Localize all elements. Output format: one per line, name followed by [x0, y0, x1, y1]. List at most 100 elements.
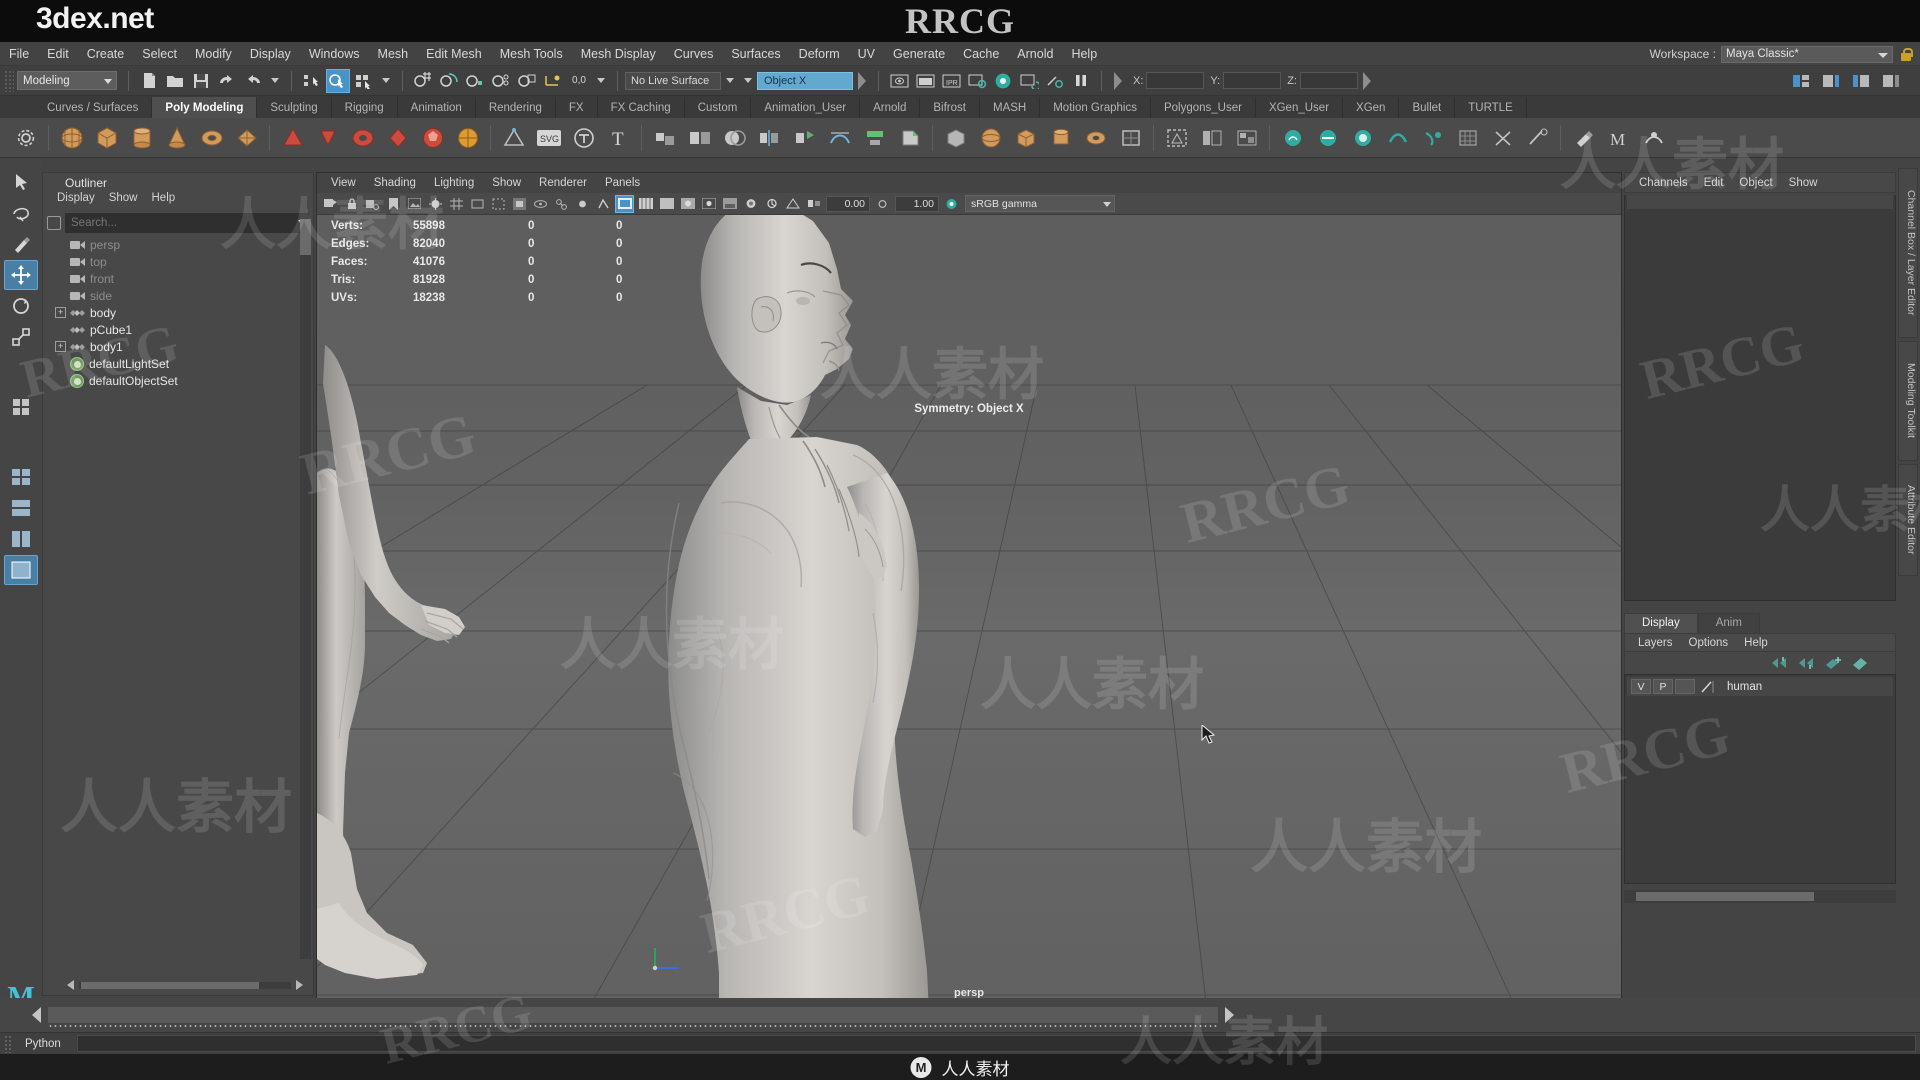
- menu-item-create[interactable]: Create: [78, 45, 134, 63]
- svg-tool-icon[interactable]: SVG: [533, 122, 564, 153]
- outliner-item-persp[interactable]: persp: [43, 236, 313, 253]
- outliner-horizontal-scrollbar[interactable]: [67, 979, 303, 991]
- motion-blur-button[interactable]: [762, 195, 781, 213]
- persp-view-layout[interactable]: [4, 555, 38, 585]
- cube-shade-icon[interactable]: [940, 122, 971, 153]
- viewport-menu-panels[interactable]: Panels: [597, 176, 648, 190]
- exposure-slider-icon[interactable]: [873, 195, 892, 213]
- channel-box-body[interactable]: [1624, 195, 1896, 601]
- shelf-tab-curves-surfaces[interactable]: Curves / Surfaces: [34, 97, 153, 118]
- scrollbar-thumb[interactable]: [300, 219, 311, 255]
- poly-torus-icon[interactable]: [196, 122, 227, 153]
- layer-panel-scrollbar[interactable]: [1624, 890, 1896, 903]
- outliner-item-top[interactable]: top: [43, 253, 313, 270]
- multi-cut-icon[interactable]: [1522, 122, 1553, 153]
- menu-item-file[interactable]: File: [0, 45, 38, 63]
- menu-item-curves[interactable]: Curves: [665, 45, 723, 63]
- shelf-tab-fx[interactable]: FX: [556, 97, 598, 118]
- rotate-tool[interactable]: [4, 291, 38, 321]
- select-tool[interactable]: [4, 167, 38, 197]
- uv-editor-icon[interactable]: [1161, 122, 1192, 153]
- grid-toggle-button[interactable]: [447, 195, 466, 213]
- move-layer-up-icon[interactable]: [1771, 656, 1788, 670]
- live-surface-field[interactable]: No Live Surface: [625, 71, 721, 90]
- poly-cone-icon[interactable]: [161, 122, 192, 153]
- symmetry-field[interactable]: Object X: [757, 71, 853, 90]
- outliner-menu-help[interactable]: Help: [152, 192, 176, 210]
- extract-icon[interactable]: [789, 122, 820, 153]
- menu-item-edit[interactable]: Edit: [38, 45, 78, 63]
- quad-draw-icon[interactable]: [1115, 122, 1146, 153]
- mudbox-icon[interactable]: M: [1603, 122, 1634, 153]
- show-hide-tool-settings-button[interactable]: [1849, 69, 1873, 93]
- uv-unfold-icon[interactable]: [1196, 122, 1227, 153]
- collapse-arrow-icon[interactable]: [382, 78, 390, 83]
- anti-alias-button[interactable]: [783, 195, 802, 213]
- color-management-icon[interactable]: [942, 195, 961, 213]
- bookmarks-button[interactable]: [384, 195, 403, 213]
- shelf-tab-sculpting[interactable]: Sculpting: [257, 97, 332, 118]
- select-hierarchy-button[interactable]: [300, 69, 324, 93]
- viewport-menu-renderer[interactable]: Renderer: [531, 176, 595, 190]
- transfer-attributes-icon[interactable]: [1638, 122, 1669, 153]
- coord-x-input[interactable]: [1146, 72, 1205, 89]
- camera-attributes-button[interactable]: [363, 195, 382, 213]
- command-input[interactable]: [77, 1035, 1916, 1052]
- shelf-tab-xgen[interactable]: XGen: [1343, 97, 1400, 118]
- resolution-gate-button[interactable]: [489, 195, 508, 213]
- viewport-panel[interactable]: Symmetry: Object X persp Verts: 55898 0 …: [316, 172, 1622, 1010]
- reduce-icon[interactable]: [859, 122, 890, 153]
- layer-menu-layers[interactable]: Layers: [1633, 637, 1678, 649]
- select-component-button[interactable]: [352, 69, 376, 93]
- render-view-button[interactable]: [887, 69, 911, 93]
- text-tool-icon[interactable]: T: [603, 122, 634, 153]
- shelf-tab-poly-modeling[interactable]: Poly Modeling: [152, 97, 258, 118]
- poly-cube2-icon[interactable]: [1010, 122, 1041, 153]
- layer-display-mode-toggle[interactable]: [1675, 679, 1695, 694]
- add-new-layer-icon[interactable]: [1825, 656, 1842, 670]
- ipr-render-button[interactable]: IPR: [939, 69, 963, 93]
- expand-flag-icon[interactable]: [1114, 71, 1122, 90]
- poly-plane-icon[interactable]: [231, 122, 262, 153]
- add-layer-from-selection-icon[interactable]: [1852, 656, 1869, 670]
- channel-box-menu-edit[interactable]: Edit: [1698, 176, 1730, 190]
- select-camera-button[interactable]: [321, 195, 340, 213]
- exposure-value-field[interactable]: 0.00: [826, 195, 870, 212]
- shelf-settings-icon[interactable]: [10, 122, 41, 153]
- show-hide-attribute-editor-button[interactable]: [1819, 69, 1843, 93]
- outliner-menu-display[interactable]: Display: [57, 192, 95, 210]
- workspace-select[interactable]: Maya Classic*: [1721, 45, 1893, 63]
- shelf-tab-rendering[interactable]: Rendering: [476, 97, 556, 118]
- save-scene-button[interactable]: [189, 69, 213, 93]
- menu-set-select[interactable]: Modeling: [17, 71, 117, 90]
- poly-helix-icon[interactable]: [382, 122, 413, 153]
- smooth-icon[interactable]: [824, 122, 855, 153]
- redo-button[interactable]: [241, 69, 265, 93]
- sculpt-smooth-icon[interactable]: [1312, 122, 1343, 153]
- menu-item-select[interactable]: Select: [133, 45, 186, 63]
- shelf-tab-motion-graphics[interactable]: Motion Graphics: [1040, 97, 1151, 118]
- poly-pipe-icon[interactable]: [347, 122, 378, 153]
- vtab-modeling-toolkit[interactable]: Modeling Toolkit: [1898, 341, 1918, 461]
- shadows-button[interactable]: [720, 195, 739, 213]
- outliner-search-bar[interactable]: [47, 213, 309, 233]
- outliner-item-side[interactable]: side: [43, 287, 313, 304]
- render-sequence-button[interactable]: [1017, 69, 1041, 93]
- viewport-menu-show[interactable]: Show: [484, 176, 529, 190]
- poly-torus2-icon[interactable]: [1080, 122, 1111, 153]
- menu-item-arnold[interactable]: Arnold: [1008, 45, 1062, 63]
- shelf-tab-xgen-user[interactable]: XGen_User: [1256, 97, 1344, 118]
- hypershade-button[interactable]: [991, 69, 1015, 93]
- layer-row-human[interactable]: V P human: [1627, 677, 1893, 696]
- outliner-item-defaultlightset[interactable]: defaultLightSet: [43, 355, 313, 372]
- poly-cylinder-icon[interactable]: [126, 122, 157, 153]
- scroll-left-icon[interactable]: [67, 980, 74, 990]
- layer-menu-help[interactable]: Help: [1739, 637, 1773, 649]
- smooth-shade-all-button[interactable]: [657, 195, 676, 213]
- render-settings-button[interactable]: [965, 69, 989, 93]
- scrollbar-thumb[interactable]: [81, 982, 259, 989]
- depth-of-field-button[interactable]: [804, 195, 823, 213]
- use-all-lights-button[interactable]: [699, 195, 718, 213]
- lock-camera-button[interactable]: [342, 195, 361, 213]
- gamma-value-field[interactable]: 1.00: [895, 195, 939, 212]
